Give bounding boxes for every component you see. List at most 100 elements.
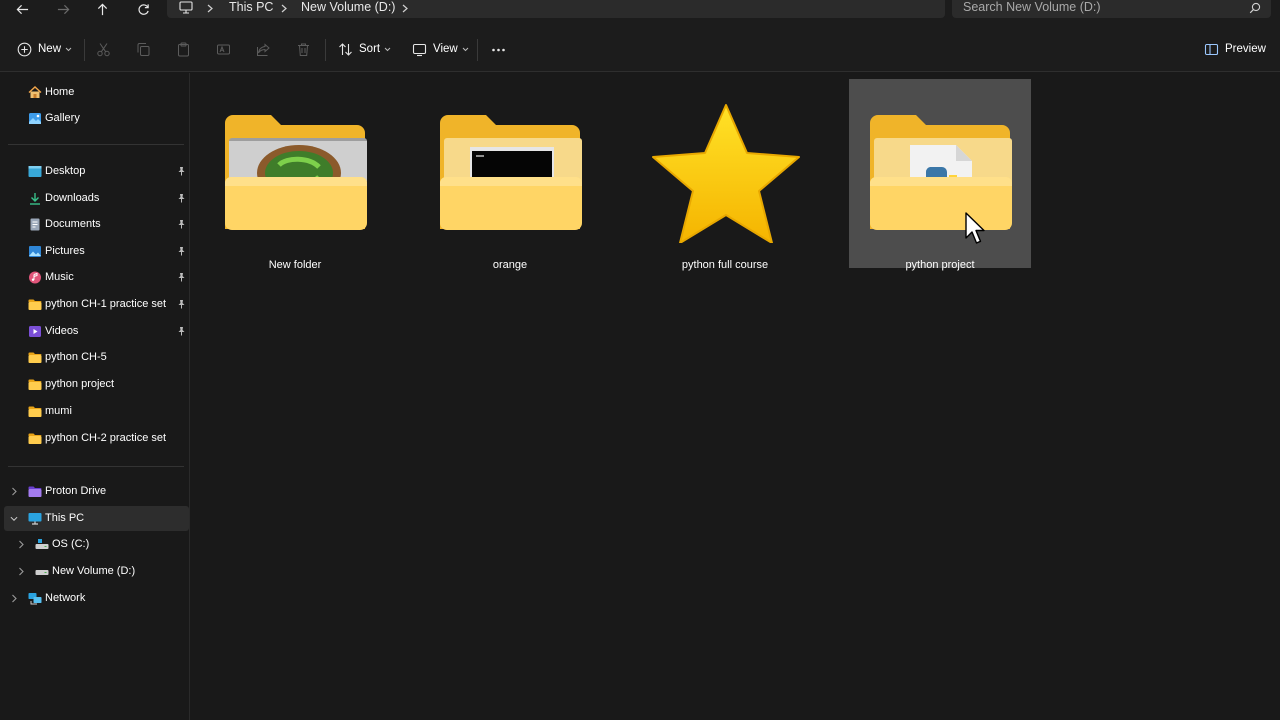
pin-icon[interactable] <box>177 219 186 229</box>
sidebar-item-python-ch1[interactable]: python CH-1 practice set <box>0 292 188 317</box>
preview-pane-icon <box>1204 43 1219 55</box>
refresh-icon <box>137 3 149 15</box>
more-options-icon[interactable] <box>491 42 506 57</box>
cut-icon[interactable] <box>96 42 111 57</box>
sidebar-item-label: Network <box>45 592 86 604</box>
sidebar-item-documents[interactable]: Documents <box>0 212 188 237</box>
search-icon <box>1249 2 1261 14</box>
chevron-down-icon <box>462 47 469 51</box>
paste-icon[interactable] <box>176 42 191 57</box>
breadcrumb-new-volume[interactable]: New Volume (D:) <box>301 0 395 16</box>
sidebar-item-label: Proton Drive <box>45 485 107 497</box>
breadcrumb-chevron-icon[interactable] <box>279 1 289 15</box>
sort-button[interactable]: Sort <box>338 38 391 60</box>
sidebar-item-label: python project <box>45 378 115 390</box>
sidebar-item-network[interactable]: Network <box>0 586 188 611</box>
sidebar-item-gallery[interactable]: Gallery <box>0 106 188 131</box>
breadcrumb[interactable]: This PC New Volume (D:) <box>167 0 945 18</box>
folder-icon <box>28 406 42 417</box>
delete-icon[interactable] <box>296 42 311 57</box>
sidebar-item-label: Videos <box>45 325 79 337</box>
file-name: orange <box>492 259 528 271</box>
arrow-left-icon <box>16 4 28 14</box>
breadcrumb-chevron-icon[interactable] <box>205 1 215 15</box>
file-item-python-project[interactable]: python project <box>849 79 1031 271</box>
chevron-down-icon <box>65 47 72 51</box>
pin-icon[interactable] <box>177 299 186 309</box>
search-placeholder: Search New Volume (D:) <box>963 0 1101 14</box>
folder-icon <box>28 299 42 310</box>
divider <box>477 39 478 61</box>
this-pc-icon <box>28 513 42 525</box>
back-button[interactable] <box>10 0 34 18</box>
breadcrumb-this-pc[interactable]: This PC <box>229 0 273 16</box>
sidebar-item-downloads[interactable]: Downloads <box>0 186 188 211</box>
sidebar-item-label: Home <box>45 86 75 98</box>
arrow-right-icon <box>57 4 69 14</box>
pin-icon[interactable] <box>177 272 186 282</box>
navigation-pane: Home Gallery Desktop Downloads Documents… <box>0 73 190 720</box>
document-icon <box>30 218 40 231</box>
drive-c-icon <box>35 539 49 549</box>
sidebar-item-music[interactable]: Music <box>0 265 188 290</box>
sidebar-item-label: OS (C:) <box>52 538 90 550</box>
desktop-icon <box>28 166 42 177</box>
arrow-up-icon <box>97 3 107 15</box>
sidebar-item-desktop[interactable]: Desktop <box>0 159 188 184</box>
sidebar-item-mumi[interactable]: mumi <box>0 399 188 424</box>
drive-d-icon <box>35 570 49 575</box>
sidebar-item-label: python CH-5 <box>45 351 107 363</box>
address-bar: This PC New Volume (D:) Search New Volum… <box>0 0 1280 26</box>
pin-icon[interactable] <box>177 246 186 256</box>
chevron-right-icon[interactable] <box>17 567 25 576</box>
preview-button[interactable]: Preview <box>1204 38 1266 60</box>
file-name: python full course <box>681 259 769 271</box>
pictures-icon <box>29 246 41 257</box>
chevron-right-icon[interactable] <box>17 540 25 549</box>
share-icon[interactable] <box>256 42 271 57</box>
sidebar-item-label: Pictures <box>45 245 85 257</box>
sidebar-item-python-project[interactable]: python project <box>0 372 188 397</box>
pin-icon[interactable] <box>177 326 186 336</box>
sidebar-item-python-ch5[interactable]: python CH-5 <box>0 345 188 370</box>
up-button[interactable] <box>90 0 114 18</box>
sidebar-item-pictures[interactable]: Pictures <box>0 239 188 264</box>
preview-label: Preview <box>1225 43 1266 55</box>
refresh-button[interactable] <box>131 0 155 18</box>
folder-icon <box>28 379 42 390</box>
file-item-new-folder[interactable]: New folder <box>204 79 386 271</box>
mouse-pointer-icon <box>965 212 985 244</box>
breadcrumb-chevron-icon[interactable] <box>400 1 410 15</box>
sidebar-item-videos[interactable]: Videos <box>0 319 188 344</box>
copy-icon[interactable] <box>136 42 151 57</box>
file-item-python-full-course[interactable]: python full course <box>634 79 816 271</box>
view-button[interactable]: View <box>412 38 469 60</box>
new-label: New <box>38 43 62 55</box>
chevron-right-icon[interactable] <box>10 594 18 603</box>
file-item-orange[interactable]: orange <box>419 79 601 271</box>
music-icon <box>29 271 41 284</box>
sidebar-item-label: python CH-1 practice set <box>45 298 167 310</box>
pin-icon[interactable] <box>177 193 186 203</box>
computer-icon <box>179 1 193 14</box>
rename-icon[interactable] <box>216 42 231 57</box>
chevron-down-icon[interactable] <box>10 514 18 523</box>
sidebar-item-label: Documents <box>45 218 101 230</box>
new-button[interactable]: New <box>17 38 72 60</box>
sidebar-item-this-pc[interactable]: This PC <box>4 506 189 531</box>
star-icon <box>652 104 800 243</box>
sidebar-item-os-c[interactable]: OS (C:) <box>0 532 188 557</box>
sidebar-item-label: Music <box>45 271 74 283</box>
sidebar-item-home[interactable]: Home <box>0 80 188 105</box>
sidebar-item-new-volume-d[interactable]: New Volume (D:) <box>0 559 188 584</box>
forward-button[interactable] <box>51 0 75 18</box>
search-input[interactable]: Search New Volume (D:) <box>952 0 1271 18</box>
file-name: python project <box>905 259 975 271</box>
pin-icon[interactable] <box>177 166 186 176</box>
proton-drive-icon <box>28 486 42 497</box>
divider <box>325 39 326 61</box>
sidebar-item-proton-drive[interactable]: Proton Drive <box>0 479 188 504</box>
chevron-right-icon[interactable] <box>10 487 18 496</box>
sidebar-item-python-ch2[interactable]: python CH-2 practice set <box>0 426 188 451</box>
sidebar-separator <box>8 144 184 145</box>
